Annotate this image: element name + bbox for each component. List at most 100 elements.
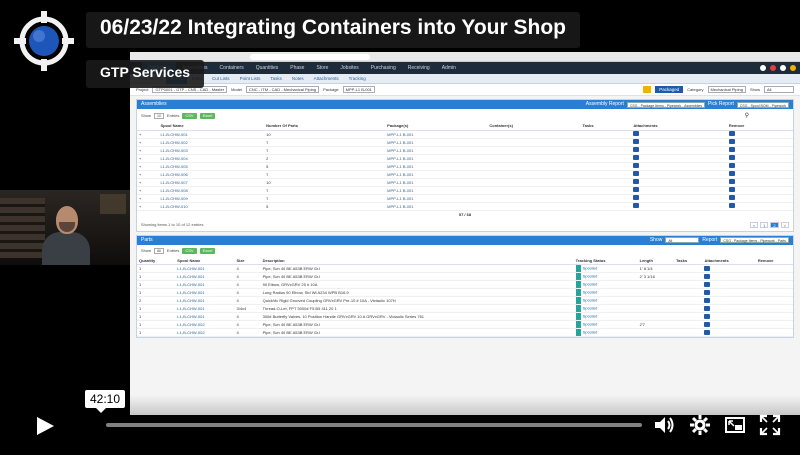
spool-name[interactable]: L1-B-CHW-007 (158, 178, 265, 187)
remove-icon[interactable] (728, 147, 735, 152)
column-header[interactable]: Spool Name (158, 122, 265, 131)
package-link[interactable]: MPP-L1 B-001 (385, 170, 488, 179)
parts-excel-button[interactable]: Excel (199, 247, 216, 254)
attachment-icon[interactable] (704, 273, 711, 279)
column-header[interactable]: Tasks (580, 122, 632, 131)
table-row[interactable]: + L1-B-CHW-010 5 MPP-L1 B-001 (137, 202, 793, 211)
table-row[interactable]: + L1-B-CHW-002 7 MPP-L1 B-001 (137, 138, 793, 147)
spool-name[interactable]: L1-B-CHW-001 (175, 304, 235, 313)
page-button[interactable]: 2 (770, 221, 779, 228)
play-icon[interactable] (34, 416, 56, 436)
expand-toggle[interactable]: + (137, 154, 159, 163)
spool-name[interactable]: L1-B-CHW-006 (158, 170, 265, 179)
gear-icon[interactable] (689, 414, 711, 436)
progress-bar[interactable] (106, 423, 642, 427)
help-icon[interactable] (760, 65, 766, 71)
remove-icon[interactable] (728, 155, 735, 160)
remove-icon[interactable] (728, 163, 735, 168)
status-text[interactable]: Spooled (583, 314, 598, 319)
expand-toggle[interactable]: + (137, 178, 159, 187)
spool-name[interactable]: L1-B-CHW-002 (175, 320, 235, 329)
show-select[interactable]: All (764, 86, 794, 93)
spool-name[interactable]: L1-B-CHW-001 (175, 312, 235, 321)
expand-toggle[interactable]: + (137, 130, 159, 139)
nav-item[interactable]: Admin (436, 62, 462, 74)
column-header[interactable]: Quantity (137, 256, 176, 265)
video-title-bar[interactable]: 06/23/22 Integrating Containers into You… (86, 12, 580, 48)
fullscreen-icon[interactable] (759, 414, 781, 436)
tab-item[interactable]: Notes (287, 74, 309, 84)
byline-bar[interactable]: GTP Services (86, 60, 205, 88)
status-text[interactable]: Spooled (583, 274, 598, 279)
table-row[interactable]: + L1-B-CHW-003 7 MPP-L1 B-001 (137, 146, 793, 155)
attachment-icon[interactable] (633, 163, 640, 168)
search-icon[interactable]: ⚲ (745, 112, 749, 119)
package-link[interactable]: MPP-L1 B-001 (385, 146, 488, 155)
model-select[interactable]: CNC - ITM - CAD - Mechanical Piping (245, 86, 320, 93)
category-select[interactable]: Mechanical Piping (707, 86, 746, 93)
page-button[interactable]: > (780, 221, 789, 228)
expand-toggle[interactable]: + (137, 146, 159, 155)
column-header[interactable]: Attachments (702, 256, 756, 265)
parts-report-select[interactable]: CSG - Package Items - Pipework - Parts (720, 237, 789, 243)
status-text[interactable]: Spooled (583, 266, 598, 271)
spool-name[interactable]: L1-B-CHW-010 (158, 202, 265, 211)
attachment-icon[interactable] (704, 289, 711, 295)
attachment-icon[interactable] (704, 329, 711, 335)
page-button[interactable]: 1 (760, 221, 769, 228)
column-header[interactable]: Attachments (631, 122, 727, 131)
parts-csv-button[interactable]: CSV (182, 247, 197, 254)
table-row[interactable]: + L1-B-CHW-009 7 MPP-L1 B-001 (137, 194, 793, 203)
column-header[interactable]: Package(s) (385, 122, 488, 131)
package-link[interactable]: MPP-L1 B-001 (385, 186, 488, 195)
remove-icon[interactable] (728, 179, 735, 184)
remove-icon[interactable] (728, 187, 735, 192)
attachment-icon[interactable] (704, 313, 711, 319)
nav-item[interactable]: Quantities (250, 62, 285, 74)
table-row[interactable]: + L1-B-CHW-006 7 MPP-L1 B-001 (137, 170, 793, 179)
package-link[interactable]: MPP-L1 B-001 (385, 202, 488, 211)
package-link[interactable]: MPP-L1 B-001 (385, 178, 488, 187)
parts-entries-select[interactable]: All (154, 247, 164, 254)
tab-item[interactable]: Cut Lists (207, 74, 235, 84)
column-header[interactable]: Number Of Parts (264, 122, 386, 131)
attachment-icon[interactable] (704, 297, 711, 303)
volume-icon[interactable] (653, 414, 675, 436)
table-row[interactable]: 1 L1-B-CHW-001 4 Long Radius 90 Elbow, Std … (137, 288, 793, 297)
expand-toggle[interactable]: + (137, 202, 159, 211)
nav-item[interactable]: Containers (214, 62, 250, 74)
video-player[interactable]: PackagesAssembliesContainersQuantitiesPh… (0, 0, 800, 455)
attachment-icon[interactable] (704, 305, 711, 311)
attachment-icon[interactable] (704, 321, 711, 327)
package-link[interactable]: MPP-L1 B-001 (385, 130, 488, 139)
column-header[interactable]: Description (260, 256, 574, 265)
channel-name[interactable]: GTP Services (100, 64, 190, 80)
attachment-icon[interactable] (633, 155, 640, 160)
user-icon[interactable] (780, 65, 786, 71)
table-row[interactable]: 1 L1-B-CHW-002 4 Pipe, Sch 40 BE A53B ERW G… (137, 328, 793, 337)
parts-show-select[interactable]: All (665, 237, 700, 243)
video-title[interactable]: 06/23/22 Integrating Containers into You… (100, 16, 566, 40)
column-header[interactable]: Size (234, 256, 261, 265)
status-text[interactable]: Spooled (583, 306, 598, 311)
attachment-icon[interactable] (704, 281, 711, 287)
tab-item[interactable]: Point Lists (235, 74, 266, 84)
table-row[interactable]: 1 L1-B-CHW-001 4 Pipe, Sch 40 BE A53B ERW G… (137, 264, 793, 273)
package-select[interactable]: MPP-L1 B-001 (342, 86, 375, 93)
spool-name[interactable]: L1-B-CHW-004 (158, 154, 265, 163)
spool-name[interactable]: L1-B-CHW-005 (158, 162, 265, 171)
channel-logo-icon[interactable] (14, 11, 74, 71)
column-header[interactable]: Length (637, 256, 675, 265)
attachment-icon[interactable] (633, 203, 640, 208)
entries-select[interactable]: 10 (154, 112, 164, 119)
column-header[interactable] (137, 122, 159, 131)
attachment-icon[interactable] (633, 147, 640, 152)
attachment-icon[interactable] (633, 195, 640, 200)
spool-name[interactable]: L1-B-CHW-001 (175, 288, 235, 297)
nav-item[interactable]: Purchasing (365, 62, 402, 74)
column-header[interactable]: Tracking Status (573, 256, 638, 265)
excel-button[interactable]: Excel (199, 112, 216, 119)
attachment-icon[interactable] (633, 131, 640, 136)
column-header[interactable]: Remove (726, 122, 793, 131)
table-row[interactable]: 1 L1-B-CHW-002 4 Pipe, Sch 40 BE A53B ERW G… (137, 320, 793, 329)
